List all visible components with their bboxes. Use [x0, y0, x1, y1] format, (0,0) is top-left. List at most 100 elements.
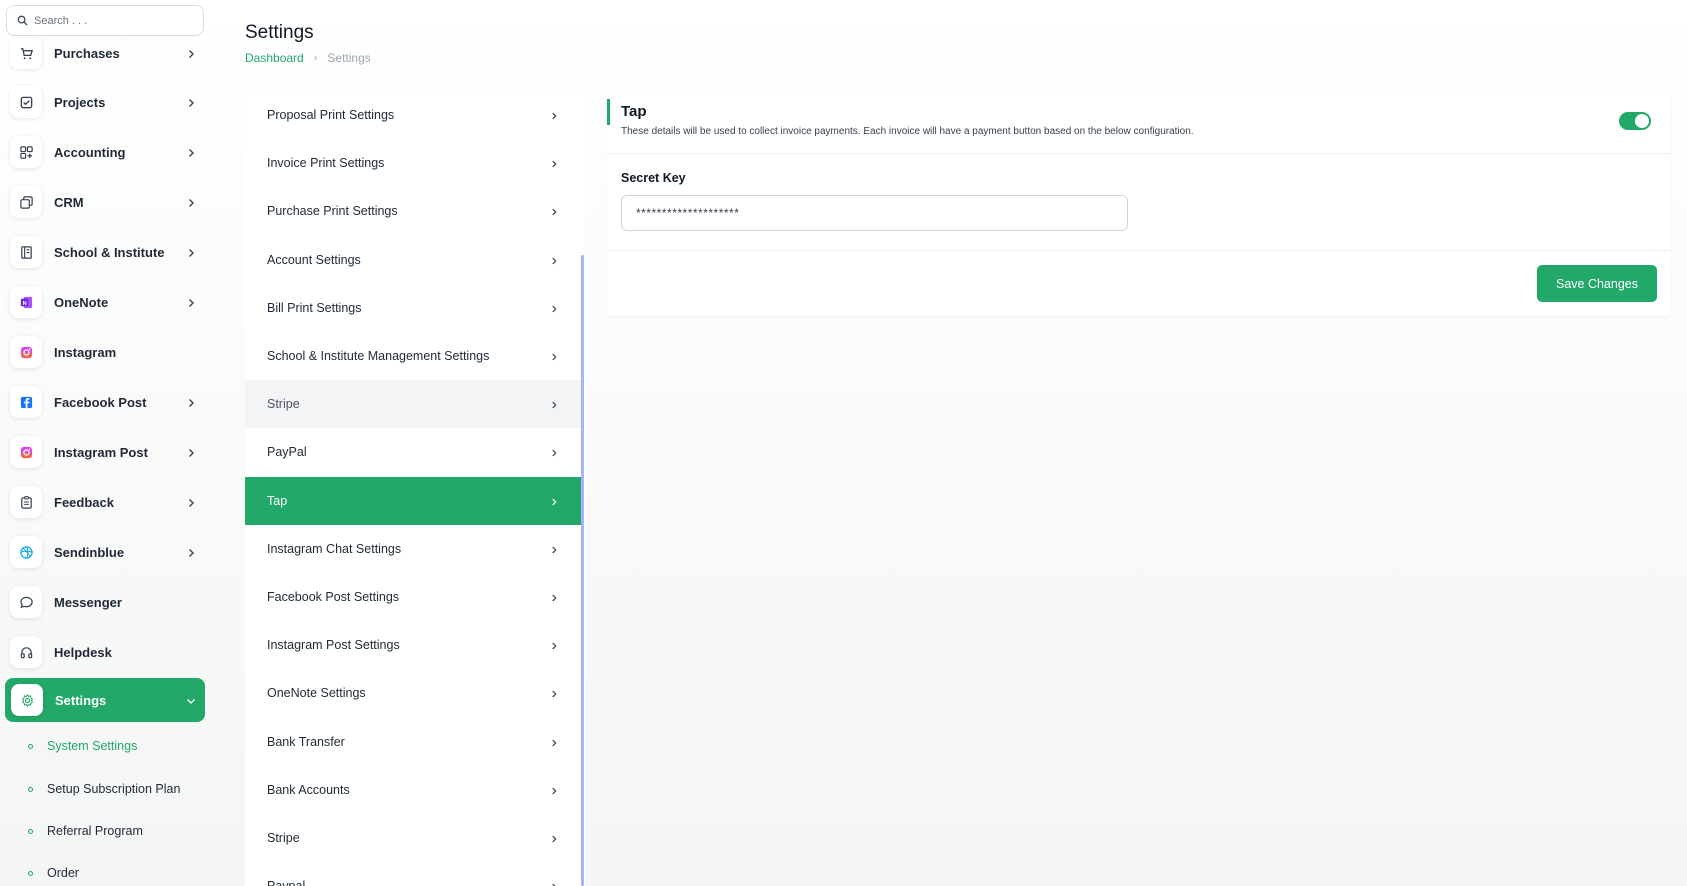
- search-box[interactable]: Search . . .: [6, 5, 204, 36]
- bullet-icon: [28, 743, 33, 749]
- sidebar-item-onenote[interactable]: N OneNote: [10, 282, 205, 322]
- sidebar-item-accounting[interactable]: Accounting: [10, 132, 205, 172]
- sidebar-item-label: School & Institute: [54, 244, 165, 260]
- breadcrumb-separator-icon: ›: [313, 52, 318, 64]
- toggle-knob: [1635, 114, 1649, 128]
- sidebar-item-school-institute[interactable]: School & Institute: [10, 232, 205, 272]
- sidebar-item-feedback[interactable]: Feedback: [10, 482, 205, 522]
- sidebar-item-label: OneNote: [54, 294, 109, 310]
- chevron-right-icon: [189, 399, 194, 407]
- sidebar-item-crm[interactable]: CRM: [10, 182, 205, 222]
- sidebar-item-helpdesk[interactable]: Helpdesk: [10, 632, 205, 672]
- card-title: Tap: [621, 103, 647, 120]
- sidebar-item-label: Instagram Post: [54, 444, 148, 460]
- chevron-right-icon: [552, 739, 557, 746]
- settings-list-item-label: Account Settings: [267, 252, 361, 267]
- settings-list-item-onenote-settings[interactable]: OneNote Settings: [245, 669, 581, 717]
- submenu-item-referral-program[interactable]: Referral Program: [28, 821, 143, 841]
- tap-enable-toggle[interactable]: [1619, 112, 1651, 130]
- sidebar-item-settings[interactable]: Settings: [5, 678, 205, 722]
- settings-list: Proposal Print Settings Invoice Print Set…: [245, 91, 585, 886]
- settings-list-item-paypal[interactable]: PayPal: [245, 428, 581, 476]
- settings-list-item-label: PayPal: [267, 445, 307, 460]
- settings-list-item-label: Bank Accounts: [267, 782, 350, 797]
- settings-list-item-bank-transfer[interactable]: Bank Transfer: [245, 718, 581, 766]
- chevron-right-icon: [189, 549, 194, 557]
- chevron-right-icon: [189, 99, 194, 107]
- sidebar-item-instagram[interactable]: Instagram: [10, 332, 205, 372]
- settings-list-item-bill-print-settings[interactable]: Bill Print Settings: [245, 284, 581, 332]
- settings-list-item-stripe[interactable]: Stripe: [245, 380, 581, 429]
- chevron-right-icon: [552, 787, 557, 795]
- settings-list-item-label: School & Institute Management Settings: [267, 349, 490, 363]
- instagram-icon: [10, 436, 42, 468]
- cart-icon: [10, 37, 42, 69]
- sidebar-item-label: Settings: [55, 692, 107, 708]
- card-description: These details will be used to collect in…: [621, 126, 1194, 137]
- settings-list-item-school-institute-management-settings[interactable]: School & Institute Management Settings: [245, 332, 581, 380]
- chevron-right-icon: [552, 209, 557, 216]
- settings-list-item-proposal-print-settings[interactable]: Proposal Print Settings: [245, 91, 581, 139]
- submenu-item-label: Referral Program: [47, 824, 143, 838]
- chevron-right-icon: [552, 112, 557, 120]
- submenu-item-setup-subscription-plan[interactable]: Setup Subscription Plan: [28, 779, 180, 799]
- sidebar-item-label: Facebook Post: [54, 394, 147, 410]
- submenu-item-order[interactable]: Order: [28, 863, 79, 883]
- settings-list-item-paypal[interactable]: Paypal: [245, 862, 581, 886]
- grid-icon: [10, 136, 42, 168]
- chevron-right-icon: [552, 305, 557, 313]
- sidebar-item-label: Projects: [54, 94, 106, 110]
- sidebar-item-messenger[interactable]: Messenger: [10, 582, 205, 622]
- onenote-icon: N: [10, 286, 42, 318]
- settings-list-item-bank-accounts[interactable]: Bank Accounts: [245, 766, 581, 814]
- settings-list-item-label: Proposal Print Settings: [267, 108, 395, 122]
- sidebar-item-facebook-post[interactable]: Facebook Post: [10, 382, 205, 422]
- chevron-right-icon: [552, 257, 557, 264]
- sidebar-item-label: CRM: [54, 194, 84, 210]
- secret-key-input[interactable]: [621, 195, 1128, 231]
- gear-icon: [11, 684, 43, 716]
- settings-list-item-label: Paypal: [267, 879, 549, 886]
- sidebar-item-label: Helpdesk: [54, 644, 112, 660]
- sidebar-item-projects[interactable]: Projects: [10, 82, 205, 122]
- chevron-right-icon: [552, 883, 556, 886]
- save-changes-button[interactable]: Save Changes: [1537, 265, 1657, 302]
- settings-list-item-facebook-post-settings[interactable]: Facebook Post Settings: [245, 573, 581, 621]
- settings-list-item-account-settings[interactable]: Account Settings: [245, 236, 581, 284]
- settings-list-item-label: Bank Transfer: [267, 734, 345, 749]
- settings-list-item-label: OneNote Settings: [267, 686, 366, 701]
- chevron-right-icon: [189, 299, 194, 307]
- sendinblue-icon: [10, 536, 42, 568]
- settings-list-scrollbar[interactable]: [581, 255, 584, 886]
- settings-list-item-purchase-print-settings[interactable]: Purchase Print Settings: [245, 187, 581, 235]
- chevron-right-icon: [552, 642, 557, 650]
- headphones-icon: [10, 636, 42, 668]
- sidebar-item-label: Instagram: [54, 344, 117, 360]
- settings-list-item-instagram-chat-settings[interactable]: Instagram Chat Settings: [245, 525, 581, 573]
- sidebar-item-purchases[interactable]: Purchases: [10, 33, 205, 73]
- settings-list-item-stripe[interactable]: Stripe: [245, 814, 581, 862]
- search-icon: [17, 15, 28, 26]
- chevron-right-icon: [552, 594, 557, 602]
- sidebar-item-instagram-post[interactable]: Instagram Post: [10, 432, 205, 472]
- instagram-icon: [10, 336, 42, 368]
- settings-list-item-label: Purchase Print Settings: [267, 204, 398, 219]
- sidebar-item-sendinblue[interactable]: Sendinblue: [10, 532, 205, 572]
- settings-list-item-label: Stripe: [267, 831, 300, 845]
- settings-list-item-instagram-post-settings[interactable]: Instagram Post Settings: [245, 621, 581, 669]
- chevron-right-icon: [189, 149, 194, 157]
- submenu-item-label: Order: [47, 866, 79, 880]
- bullet-icon: [28, 786, 33, 792]
- chevron-right-icon: [552, 401, 557, 409]
- chevron-right-icon: [189, 499, 194, 507]
- settings-list-item-label: Stripe: [267, 397, 300, 412]
- breadcrumb-dashboard-link[interactable]: Dashboard: [245, 51, 304, 65]
- submenu-item-system-settings[interactable]: System Settings: [28, 736, 137, 756]
- submenu-item-label: Setup Subscription Plan: [47, 782, 181, 796]
- breadcrumb-current: Settings: [327, 51, 371, 65]
- settings-list-item-invoice-print-settings[interactable]: Invoice Print Settings: [245, 139, 581, 187]
- bullet-icon: [28, 828, 33, 834]
- page-title: Settings: [245, 22, 314, 43]
- chevron-right-icon: [552, 498, 557, 505]
- settings-list-item-tap[interactable]: Tap: [245, 476, 581, 525]
